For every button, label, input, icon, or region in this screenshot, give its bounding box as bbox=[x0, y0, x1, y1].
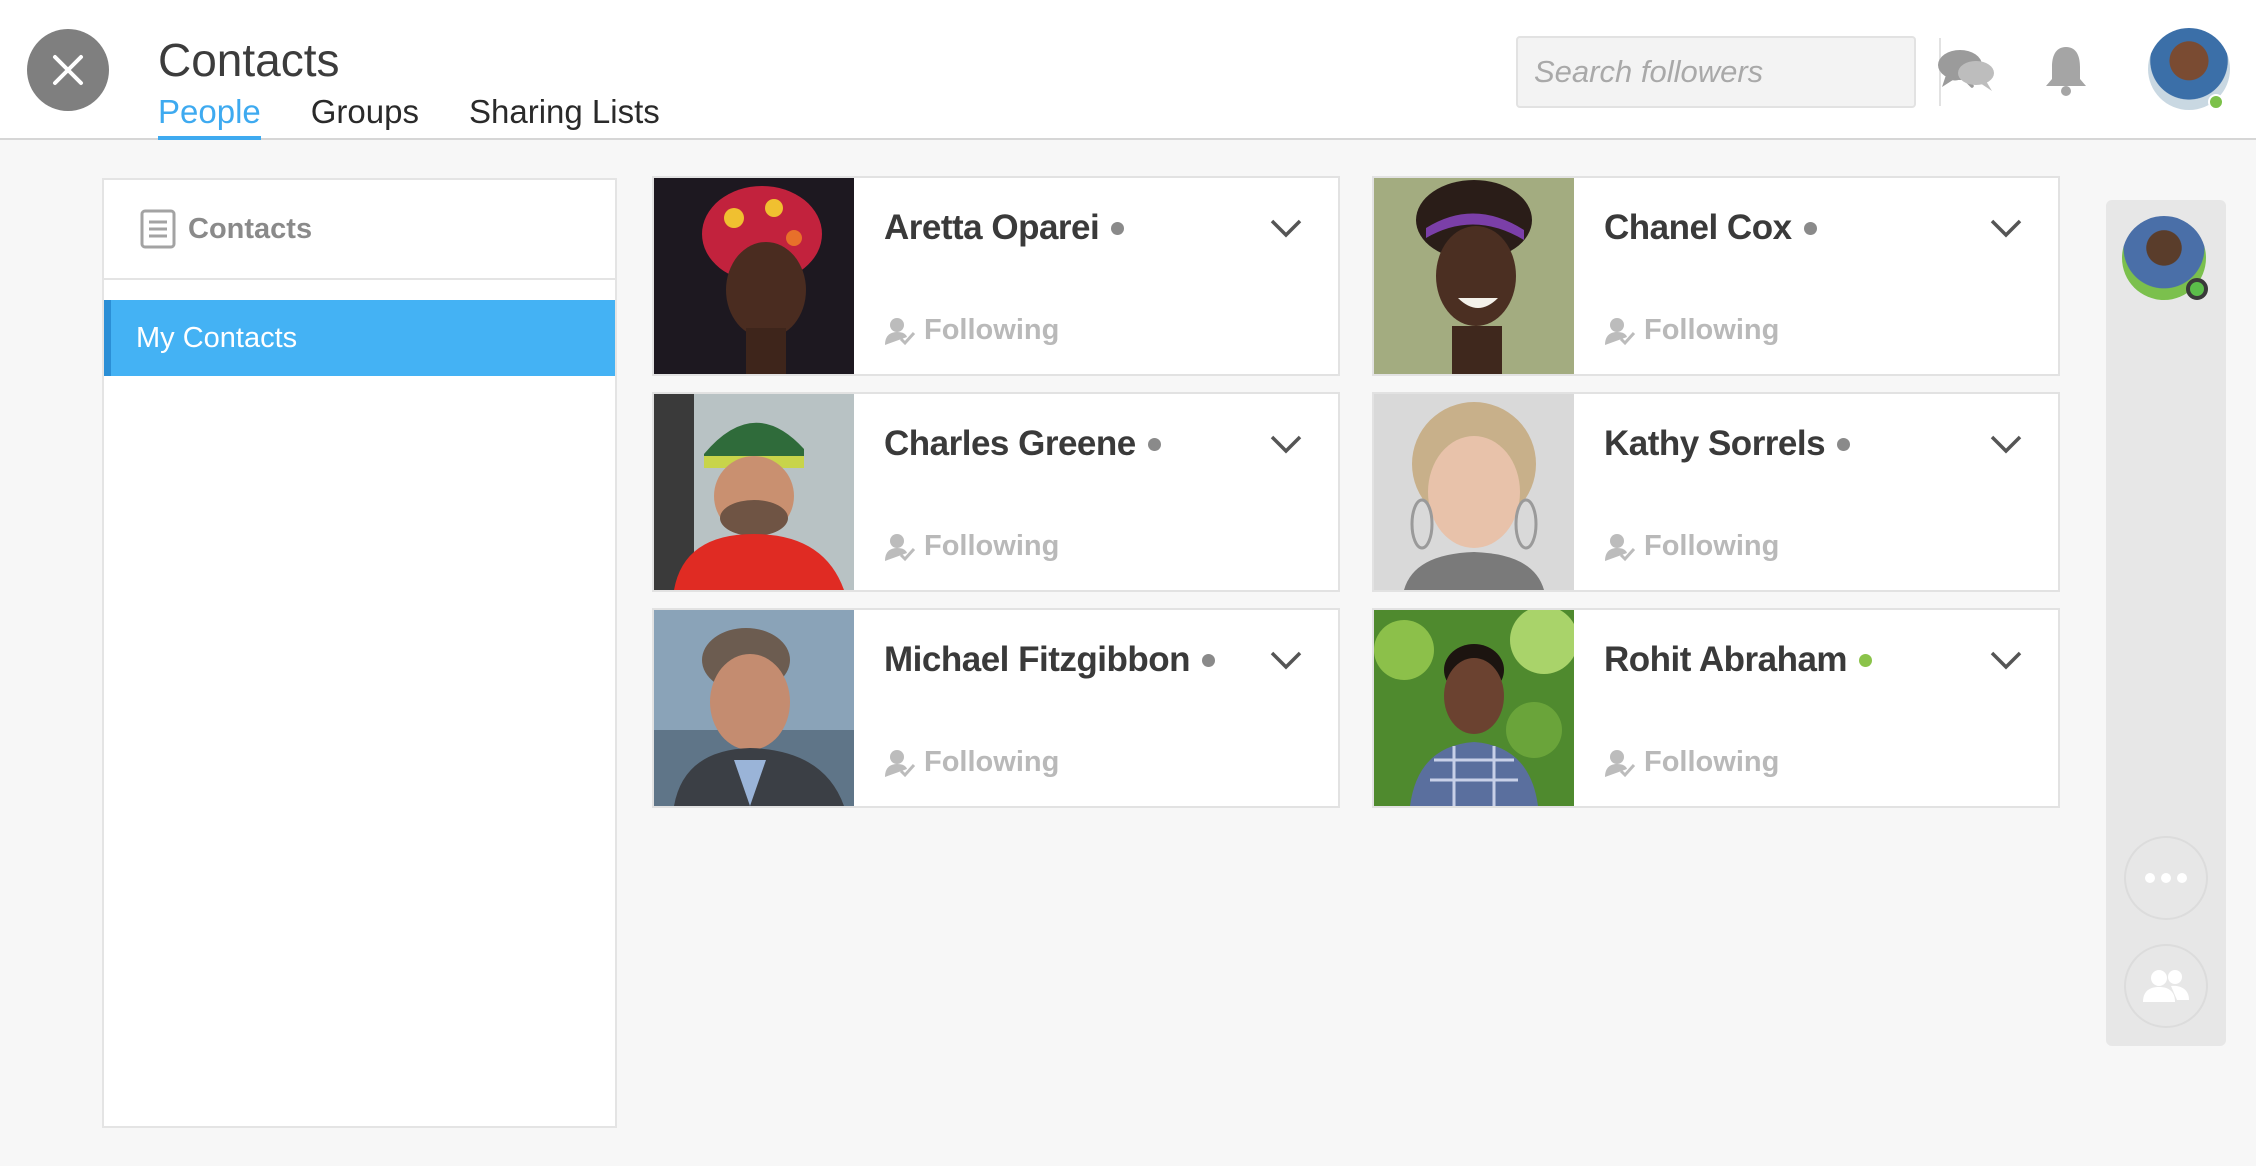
user-check-icon bbox=[1605, 317, 1636, 345]
user-online-indicator bbox=[2208, 94, 2224, 110]
chevron-down-icon[interactable] bbox=[1988, 432, 2024, 456]
people-button[interactable] bbox=[2124, 944, 2208, 1028]
chevron-down-icon[interactable] bbox=[1988, 216, 2024, 240]
contact-card[interactable]: Rohit Abraham Following bbox=[1372, 608, 2060, 808]
tab-people[interactable]: People bbox=[158, 92, 261, 140]
following-status[interactable]: Following bbox=[884, 530, 1059, 563]
following-label: Following bbox=[1644, 530, 1780, 562]
contact-photo bbox=[654, 610, 854, 806]
contact-photo bbox=[1374, 610, 1574, 806]
following-label: Following bbox=[1644, 746, 1780, 778]
contact-name-row: Charles Greene bbox=[884, 424, 1161, 464]
contact-name-row: Aretta Oparei bbox=[884, 208, 1125, 248]
contact-card-body: Chanel Cox Following bbox=[1574, 178, 2058, 374]
user-check-icon bbox=[1605, 533, 1636, 561]
sidebar-header: Contacts bbox=[104, 180, 615, 280]
contact-photo bbox=[654, 178, 854, 374]
user-check-icon bbox=[885, 317, 916, 345]
status-indicator bbox=[1111, 221, 1125, 235]
list-document-icon bbox=[140, 209, 176, 249]
status-indicator bbox=[1859, 653, 1873, 667]
following-label: Following bbox=[1644, 314, 1780, 346]
following-label: Following bbox=[924, 314, 1060, 346]
contact-card-body: Aretta Oparei Following bbox=[854, 178, 1338, 374]
sidebar-title: Contacts bbox=[188, 212, 313, 245]
page-title: Contacts bbox=[158, 34, 340, 86]
contact-card-body: Rohit Abraham Following bbox=[1574, 610, 2058, 806]
contact-name[interactable]: Kathy Sorrels bbox=[1604, 424, 1826, 464]
contact-card-body: Charles Greene Following bbox=[854, 394, 1338, 590]
search-input[interactable] bbox=[1518, 38, 1939, 106]
contact-card-body: Michael Fitzgibbon Following bbox=[854, 610, 1338, 806]
tab-sharing-lists[interactable]: Sharing Lists bbox=[469, 92, 660, 140]
following-status[interactable]: Following bbox=[1604, 530, 1779, 563]
contact-card[interactable]: Michael Fitzgibbon Following bbox=[652, 608, 1340, 808]
contact-photo bbox=[1374, 394, 1574, 590]
following-status[interactable]: Following bbox=[1604, 314, 1779, 347]
contact-name-row: Michael Fitzgibbon bbox=[884, 640, 1215, 680]
contacts-sidebar: Contacts My Contacts bbox=[102, 178, 617, 1128]
people-icon bbox=[2143, 970, 2189, 1002]
contact-photo bbox=[654, 394, 854, 590]
user-check-icon bbox=[885, 749, 916, 777]
contact-name-row: Kathy Sorrels bbox=[1604, 424, 1851, 464]
following-status[interactable]: Following bbox=[884, 746, 1059, 779]
contact-name[interactable]: Michael Fitzgibbon bbox=[884, 640, 1190, 680]
following-status[interactable]: Following bbox=[1604, 746, 1779, 779]
search-box bbox=[1516, 36, 1975, 108]
status-indicator bbox=[1837, 437, 1851, 451]
chevron-down-icon[interactable] bbox=[1988, 648, 2024, 672]
status-indicator bbox=[1803, 221, 1817, 235]
close-icon bbox=[53, 55, 83, 85]
rail-online-indicator bbox=[2186, 278, 2208, 300]
chat-button[interactable] bbox=[1934, 42, 1998, 98]
chevron-down-icon[interactable] bbox=[1268, 216, 1304, 240]
more-dots-icon bbox=[2145, 873, 2187, 883]
contact-name[interactable]: Chanel Cox bbox=[1604, 208, 1792, 248]
contact-card[interactable]: Chanel Cox Following bbox=[1372, 176, 2060, 376]
top-header: Contacts People Groups Sharing Lists bbox=[0, 0, 2256, 140]
sidebar-item-my-contacts[interactable]: My Contacts bbox=[104, 300, 615, 376]
contact-photo bbox=[1374, 178, 1574, 374]
chevron-down-icon[interactable] bbox=[1268, 648, 1304, 672]
bell-icon bbox=[2046, 47, 2086, 96]
contact-name[interactable]: Aretta Oparei bbox=[884, 208, 1100, 248]
contact-name[interactable]: Charles Greene bbox=[884, 424, 1136, 464]
status-indicator bbox=[1201, 653, 1215, 667]
notifications-button[interactable] bbox=[2040, 40, 2092, 100]
chat-bubbles-icon bbox=[1938, 50, 1994, 91]
contact-card[interactable]: Charles Greene Following bbox=[652, 392, 1340, 592]
chat-rail bbox=[2106, 200, 2226, 1046]
user-check-icon bbox=[1605, 749, 1636, 777]
user-check-icon bbox=[885, 533, 916, 561]
chevron-down-icon[interactable] bbox=[1268, 432, 1304, 456]
following-status[interactable]: Following bbox=[884, 314, 1059, 347]
tab-groups[interactable]: Groups bbox=[311, 92, 419, 140]
contact-name-row: Chanel Cox bbox=[1604, 208, 1817, 248]
following-label: Following bbox=[924, 746, 1060, 778]
contact-card[interactable]: Kathy Sorrels Following bbox=[1372, 392, 2060, 592]
contact-card[interactable]: Aretta Oparei Following bbox=[652, 176, 1340, 376]
following-label: Following bbox=[924, 530, 1060, 562]
tab-bar: People Groups Sharing Lists bbox=[158, 92, 660, 140]
close-button[interactable] bbox=[27, 29, 109, 111]
more-button[interactable] bbox=[2124, 836, 2208, 920]
status-indicator bbox=[1147, 437, 1161, 451]
contact-name[interactable]: Rohit Abraham bbox=[1604, 640, 1848, 680]
contact-name-row: Rohit Abraham bbox=[1604, 640, 1873, 680]
contact-card-body: Kathy Sorrels Following bbox=[1574, 394, 2058, 590]
